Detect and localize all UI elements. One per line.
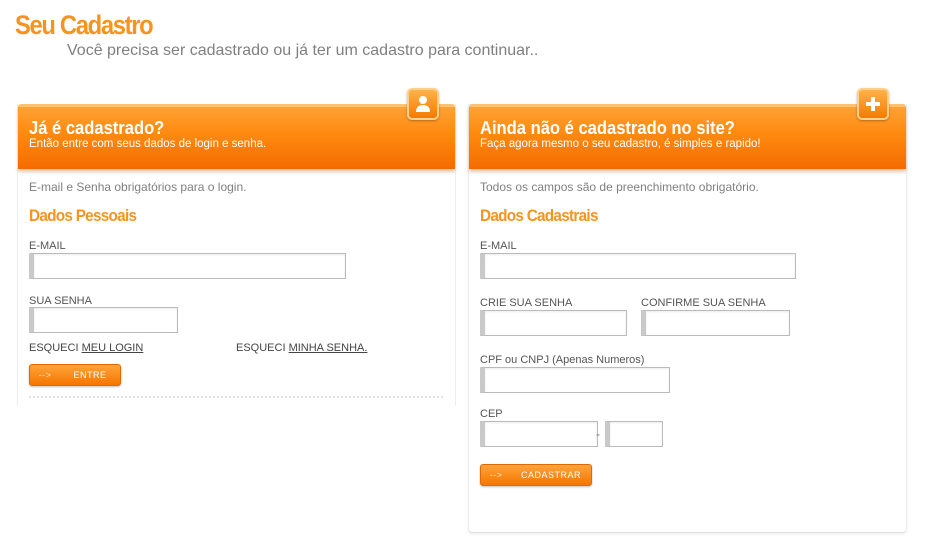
register-email-label: E-MAIL [480,240,517,252]
create-password-input[interactable] [480,310,627,336]
cep-label: CEP [480,408,503,420]
forgot-login-prefix: ESQUECI [29,342,82,354]
register-submit-button[interactable]: --> CADASTRAR [480,464,592,486]
login-panel-header: Já é cadastrado? Então entre com seus da… [18,104,455,169]
forgot-password-row: ESQUECI MINHA SENHA. [236,342,367,354]
register-header-title: Ainda não é cadastrado no site? [480,118,735,138]
login-password-label: SUA SENHA [29,295,92,307]
page-title: Seu Cadastro [15,10,154,40]
forgot-password-prefix: ESQUECI [236,342,289,354]
register-panel: Ainda não é cadastrado no site? Faça ago… [468,88,907,533]
confirm-password-input[interactable] [641,310,790,336]
page-subtitle: Você precisa ser cadastrado ou já ter um… [67,42,539,59]
forgot-password-link[interactable]: MINHA SENHA. [289,342,368,354]
cpf-input[interactable] [480,367,670,393]
login-note: E-mail e Senha obrigatórios para o login… [29,180,247,194]
login-submit-button[interactable]: --> ENTRE [29,364,121,386]
cpf-label: CPF ou CNPJ (Apenas Numeros) [480,354,645,366]
register-submit-label: CADASTRAR [520,470,581,480]
login-email-input[interactable] [29,253,346,279]
arrow-icon: --> [38,370,52,380]
confirm-password-label: CONFIRME SUA SENHA [641,297,766,309]
forgot-login-row: ESQUECI MEU LOGIN [29,342,143,354]
plus-icon [857,88,889,120]
login-section-title: Dados Pessoais [29,206,137,225]
login-header-title: Já é cadastrado? [29,118,165,138]
register-email-input[interactable] [480,253,796,279]
login-submit-label: ENTRE [73,370,107,380]
cep-input-1[interactable] [480,421,598,447]
create-password-label: CRIE SUA SENHA [480,297,573,309]
login-password-input[interactable] [29,307,178,333]
login-email-label: E-MAIL [29,240,66,252]
divider [29,396,443,398]
user-icon [407,88,439,120]
register-panel-header: Ainda não é cadastrado no site? Faça ago… [469,104,906,169]
register-note: Todos os campos são de preenchimento obr… [480,180,759,194]
forgot-login-link[interactable]: MEU LOGIN [82,342,144,354]
cep-input-2[interactable] [605,421,663,447]
cep-separator: - [596,427,600,441]
register-header-subtitle: Faça agora mesmo o seu cadastro, é simpl… [480,138,761,150]
arrow-icon: --> [489,470,503,480]
login-header-subtitle: Então entre com seus dados de login e se… [29,138,267,150]
login-panel: Já é cadastrado? Então entre com seus da… [17,88,456,406]
register-section-title: Dados Cadastrais [480,206,598,225]
